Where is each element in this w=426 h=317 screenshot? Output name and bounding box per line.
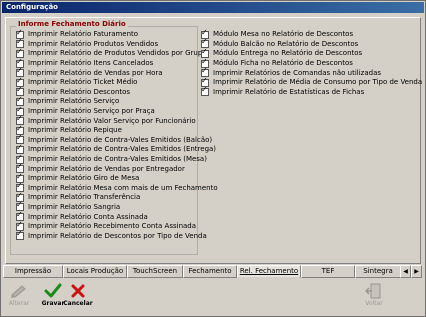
checkbox-vendas-por-hora[interactable]: Imprimir Relatório de Vendas por Hora bbox=[16, 66, 218, 78]
checkbox-label: Imprimir Relatório Mesa com mais de um F… bbox=[28, 183, 218, 192]
options-left-column: Imprimir Relatório Faturamento Imprimir … bbox=[16, 28, 218, 241]
checkbox-label: Módulo Ficha no Relatório de Descontos bbox=[213, 59, 353, 68]
checkbox-ticket-medio[interactable]: Imprimir Relatório Ticket Médio bbox=[16, 76, 218, 88]
edit-icon bbox=[4, 282, 34, 300]
checkbox-label: Imprimir Relatório de Contra-Vales Emiti… bbox=[28, 135, 213, 144]
tab-impressao[interactable]: Impressão bbox=[3, 265, 63, 278]
checkbox-label: Imprimir Relatório Descontos bbox=[28, 87, 131, 96]
checkbox-check-icon[interactable] bbox=[16, 229, 24, 241]
checkbox-label: Imprimir Relatório Sangria bbox=[28, 202, 121, 211]
checkbox-descontos[interactable]: Imprimir Relatório Descontos bbox=[16, 85, 218, 98]
checkbox-faturamento[interactable]: Imprimir Relatório Faturamento bbox=[16, 28, 218, 40]
checkbox-label: Módulo Mesa no Relatório de Descontos bbox=[213, 30, 354, 39]
checkbox-contra-vales-entrega[interactable]: Imprimir Relatório de Contra-Vales Emiti… bbox=[16, 143, 218, 155]
tab-strip: Impressão Locais Produção TouchScreen Fe… bbox=[3, 265, 421, 278]
checkbox-recebimento-conta-assinada[interactable]: Imprimir Relatório Recebimento Conta Ass… bbox=[16, 220, 218, 232]
tab-touchscreen[interactable]: TouchScreen bbox=[127, 265, 183, 278]
cancelar-label: Cancelar bbox=[63, 300, 93, 307]
checkbox-label: Imprimir Relatório de Descontos por Tipo… bbox=[28, 231, 207, 240]
cancelar-button[interactable]: Cancelar bbox=[63, 282, 93, 312]
checkbox-estatisticas-fichas[interactable]: Imprimir Relatório de Estatísticas de Fi… bbox=[201, 85, 422, 98]
checkbox-transferencia[interactable]: Imprimir Relatório Transferência bbox=[16, 191, 218, 203]
group-title: Informe Fechamento Diário bbox=[16, 19, 128, 29]
door-exit-icon bbox=[359, 282, 389, 300]
checkbox-check-icon[interactable] bbox=[201, 85, 209, 97]
checkbox-label: Imprimir Relatório de Contra-Vales Emiti… bbox=[28, 145, 217, 154]
checkbox-repique[interactable]: Imprimir Relatório Repique bbox=[16, 124, 218, 136]
checkbox-modulo-balcao[interactable]: Módulo Balcão no Relatório de Descontos bbox=[201, 37, 422, 50]
checkbox-vendas-por-entregador[interactable]: Imprimir Relatório de Vendas por Entrega… bbox=[16, 162, 218, 174]
checkbox-label: Imprimir Relatório de Produtos Vendidos … bbox=[28, 49, 207, 58]
checkbox-modulo-mesa[interactable]: Módulo Mesa no Relatório de Descontos bbox=[201, 28, 422, 40]
checkbox-label: Imprimir Relatórios de Comandas não util… bbox=[213, 68, 381, 77]
tab-locais-producao[interactable]: Locais Produção bbox=[63, 265, 127, 278]
checkbox-produtos-por-grupo[interactable]: Imprimir Relatório de Produtos Vendidos … bbox=[16, 47, 218, 59]
checkbox-comandas-nao-utilizadas[interactable]: Imprimir Relatórios de Comandas não util… bbox=[201, 66, 422, 78]
tab-scroll-right-icon[interactable]: ▶ bbox=[411, 265, 422, 278]
checkbox-label: Imprimir Relatório Valor Serviço por Fun… bbox=[28, 116, 196, 125]
checkbox-media-consumo[interactable]: Imprimir Relatório de Média de Consumo p… bbox=[201, 76, 423, 88]
checkbox-label: Imprimir Relatório Faturamento bbox=[28, 30, 139, 39]
title-bar: Configuração bbox=[2, 2, 424, 13]
alterar-label: Alterar bbox=[8, 300, 30, 307]
checkbox-itens-cancelados[interactable]: Imprimir Relatório Itens Cancelados bbox=[16, 57, 218, 69]
tab-scroll-left-icon[interactable]: ◀ bbox=[400, 265, 411, 278]
checkbox-label: Imprimir Relatório Serviço por Praça bbox=[28, 107, 155, 116]
checkbox-modulo-entrega[interactable]: Módulo Entrega no Relatório de Descontos bbox=[201, 47, 422, 59]
checkbox-label: Imprimir Relatório de Estatísticas de Fi… bbox=[213, 87, 365, 96]
checkbox-label: Imprimir Relatório Itens Cancelados bbox=[28, 59, 154, 68]
checkbox-servico-por-funcionario[interactable]: Imprimir Relatório Valor Serviço por Fun… bbox=[16, 114, 218, 126]
checkbox-contra-vales-balcao[interactable]: Imprimir Relatório de Contra-Vales Emiti… bbox=[16, 133, 218, 146]
checkbox-label: Imprimir Relatório de Vendas por Hora bbox=[28, 68, 163, 77]
checkbox-modulo-ficha[interactable]: Módulo Ficha no Relatório de Descontos bbox=[201, 57, 422, 69]
voltar-button[interactable]: Voltar bbox=[359, 282, 389, 312]
checkbox-label: Imprimir Relatório Serviço bbox=[28, 97, 120, 106]
checkbox-label: Imprimir Relatório de Contra-Vales Emiti… bbox=[28, 155, 207, 164]
checkbox-sangria[interactable]: Imprimir Relatório Sangria bbox=[16, 200, 218, 213]
checkbox-contra-vales-mesa[interactable]: Imprimir Relatório de Contra-Vales Emiti… bbox=[16, 153, 218, 165]
checkbox-label: Módulo Balcão no Relatório de Descontos bbox=[213, 39, 359, 48]
checkbox-label: Imprimir Relatório de Vendas por Entrega… bbox=[28, 164, 185, 173]
checkbox-conta-assinada[interactable]: Imprimir Relatório Conta Assinada bbox=[16, 210, 218, 222]
tab-tef[interactable]: TEF bbox=[301, 265, 355, 278]
checkbox-label: Imprimir Relatório Giro de Mesa bbox=[28, 174, 140, 183]
checkbox-mesa-mais-fechamento[interactable]: Imprimir Relatório Mesa com mais de um F… bbox=[16, 181, 218, 194]
bottom-toolbar: Alterar Gravar Cancelar Voltar bbox=[1, 279, 423, 314]
checkbox-label: Imprimir Relatório Conta Assinada bbox=[28, 212, 148, 221]
checkbox-label: Módulo Entrega no Relatório de Descontos bbox=[213, 49, 363, 58]
checkbox-produtos-vendidos[interactable]: Imprimir Relatório Produtos Vendidos bbox=[16, 37, 218, 50]
tab-sintegra[interactable]: Sintegra bbox=[355, 265, 401, 278]
checkbox-label: Imprimir Relatório Produtos Vendidos bbox=[28, 39, 159, 48]
checkbox-giro-de-mesa[interactable]: Imprimir Relatório Giro de Mesa bbox=[16, 172, 218, 184]
checkbox-label: Imprimir Relatório de Média de Consumo p… bbox=[213, 78, 423, 87]
checkbox-label: Imprimir Relatório Repique bbox=[28, 126, 122, 135]
checkbox-servico[interactable]: Imprimir Relatório Serviço bbox=[16, 95, 218, 107]
alterar-button[interactable]: Alterar bbox=[4, 282, 34, 312]
voltar-label: Voltar bbox=[365, 300, 383, 307]
checkbox-label: Imprimir Relatório Ticket Médio bbox=[28, 78, 138, 87]
options-right-column: Módulo Mesa no Relatório de Descontos Mó… bbox=[201, 28, 423, 98]
checkbox-descontos-tipo-venda[interactable]: Imprimir Relatório de Descontos por Tipo… bbox=[16, 229, 218, 241]
window-title: Configuração bbox=[6, 3, 58, 11]
tab-fechamento[interactable]: Fechamento bbox=[183, 265, 237, 278]
checkbox-label: Imprimir Relatório Recebimento Conta Ass… bbox=[28, 222, 197, 231]
tab-rel-fechamento[interactable]: Rel. Fechamento bbox=[237, 265, 301, 278]
checkbox-servico-por-praca[interactable]: Imprimir Relatório Serviço por Praça bbox=[16, 105, 218, 117]
checkbox-label: Imprimir Relatório Transferência bbox=[28, 193, 141, 202]
cancel-x-icon bbox=[63, 282, 93, 300]
